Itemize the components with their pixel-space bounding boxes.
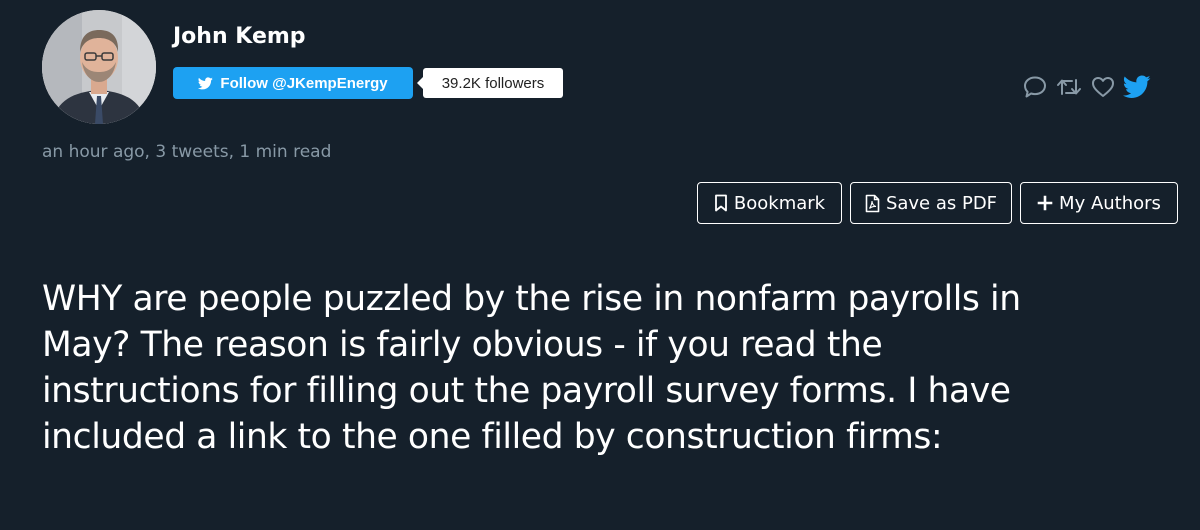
tweet-actions [1020, 70, 1156, 104]
author-name[interactable]: John Kemp [173, 24, 306, 49]
plus-icon [1037, 195, 1053, 211]
bookmark-label: Bookmark [733, 192, 826, 214]
tweet-text-line: WHY are people puzzled by the rise in no… [42, 279, 1021, 319]
avatar[interactable] [42, 10, 156, 124]
tweet-text-line: May? The reason is fairly obvious - if y… [42, 325, 883, 365]
my-authors-button[interactable]: My Authors [1020, 182, 1178, 224]
save-as-pdf-button[interactable]: Save as PDF [850, 182, 1012, 224]
save-as-pdf-label: Save as PDF [885, 192, 998, 214]
follow-button[interactable]: Follow @JKempEnergy [173, 67, 413, 99]
tweet-text-line: instructions for filling out the payroll… [42, 371, 1011, 411]
follow-button-label: Follow @JKempEnergy [220, 74, 388, 92]
bookmark-button[interactable]: Bookmark [697, 182, 842, 224]
tweet-text-line: included a link to the one filled by con… [42, 417, 943, 457]
avatar-photo [42, 10, 156, 124]
tweet-text: WHY are people puzzled by the rise in no… [42, 276, 1192, 460]
thread-meta: an hour ago, 3 tweets, 1 min read [42, 142, 332, 162]
like-icon[interactable] [1088, 72, 1118, 102]
my-authors-label: My Authors [1059, 192, 1161, 214]
reply-icon[interactable] [1020, 72, 1050, 102]
retweet-icon[interactable] [1054, 72, 1084, 102]
follower-count-badge: 39.2K followers [417, 68, 563, 98]
pdf-file-icon [865, 194, 880, 212]
bookmark-icon [715, 194, 727, 212]
twitter-bird-icon[interactable] [1122, 72, 1152, 102]
twitter-bird-icon [198, 76, 214, 89]
